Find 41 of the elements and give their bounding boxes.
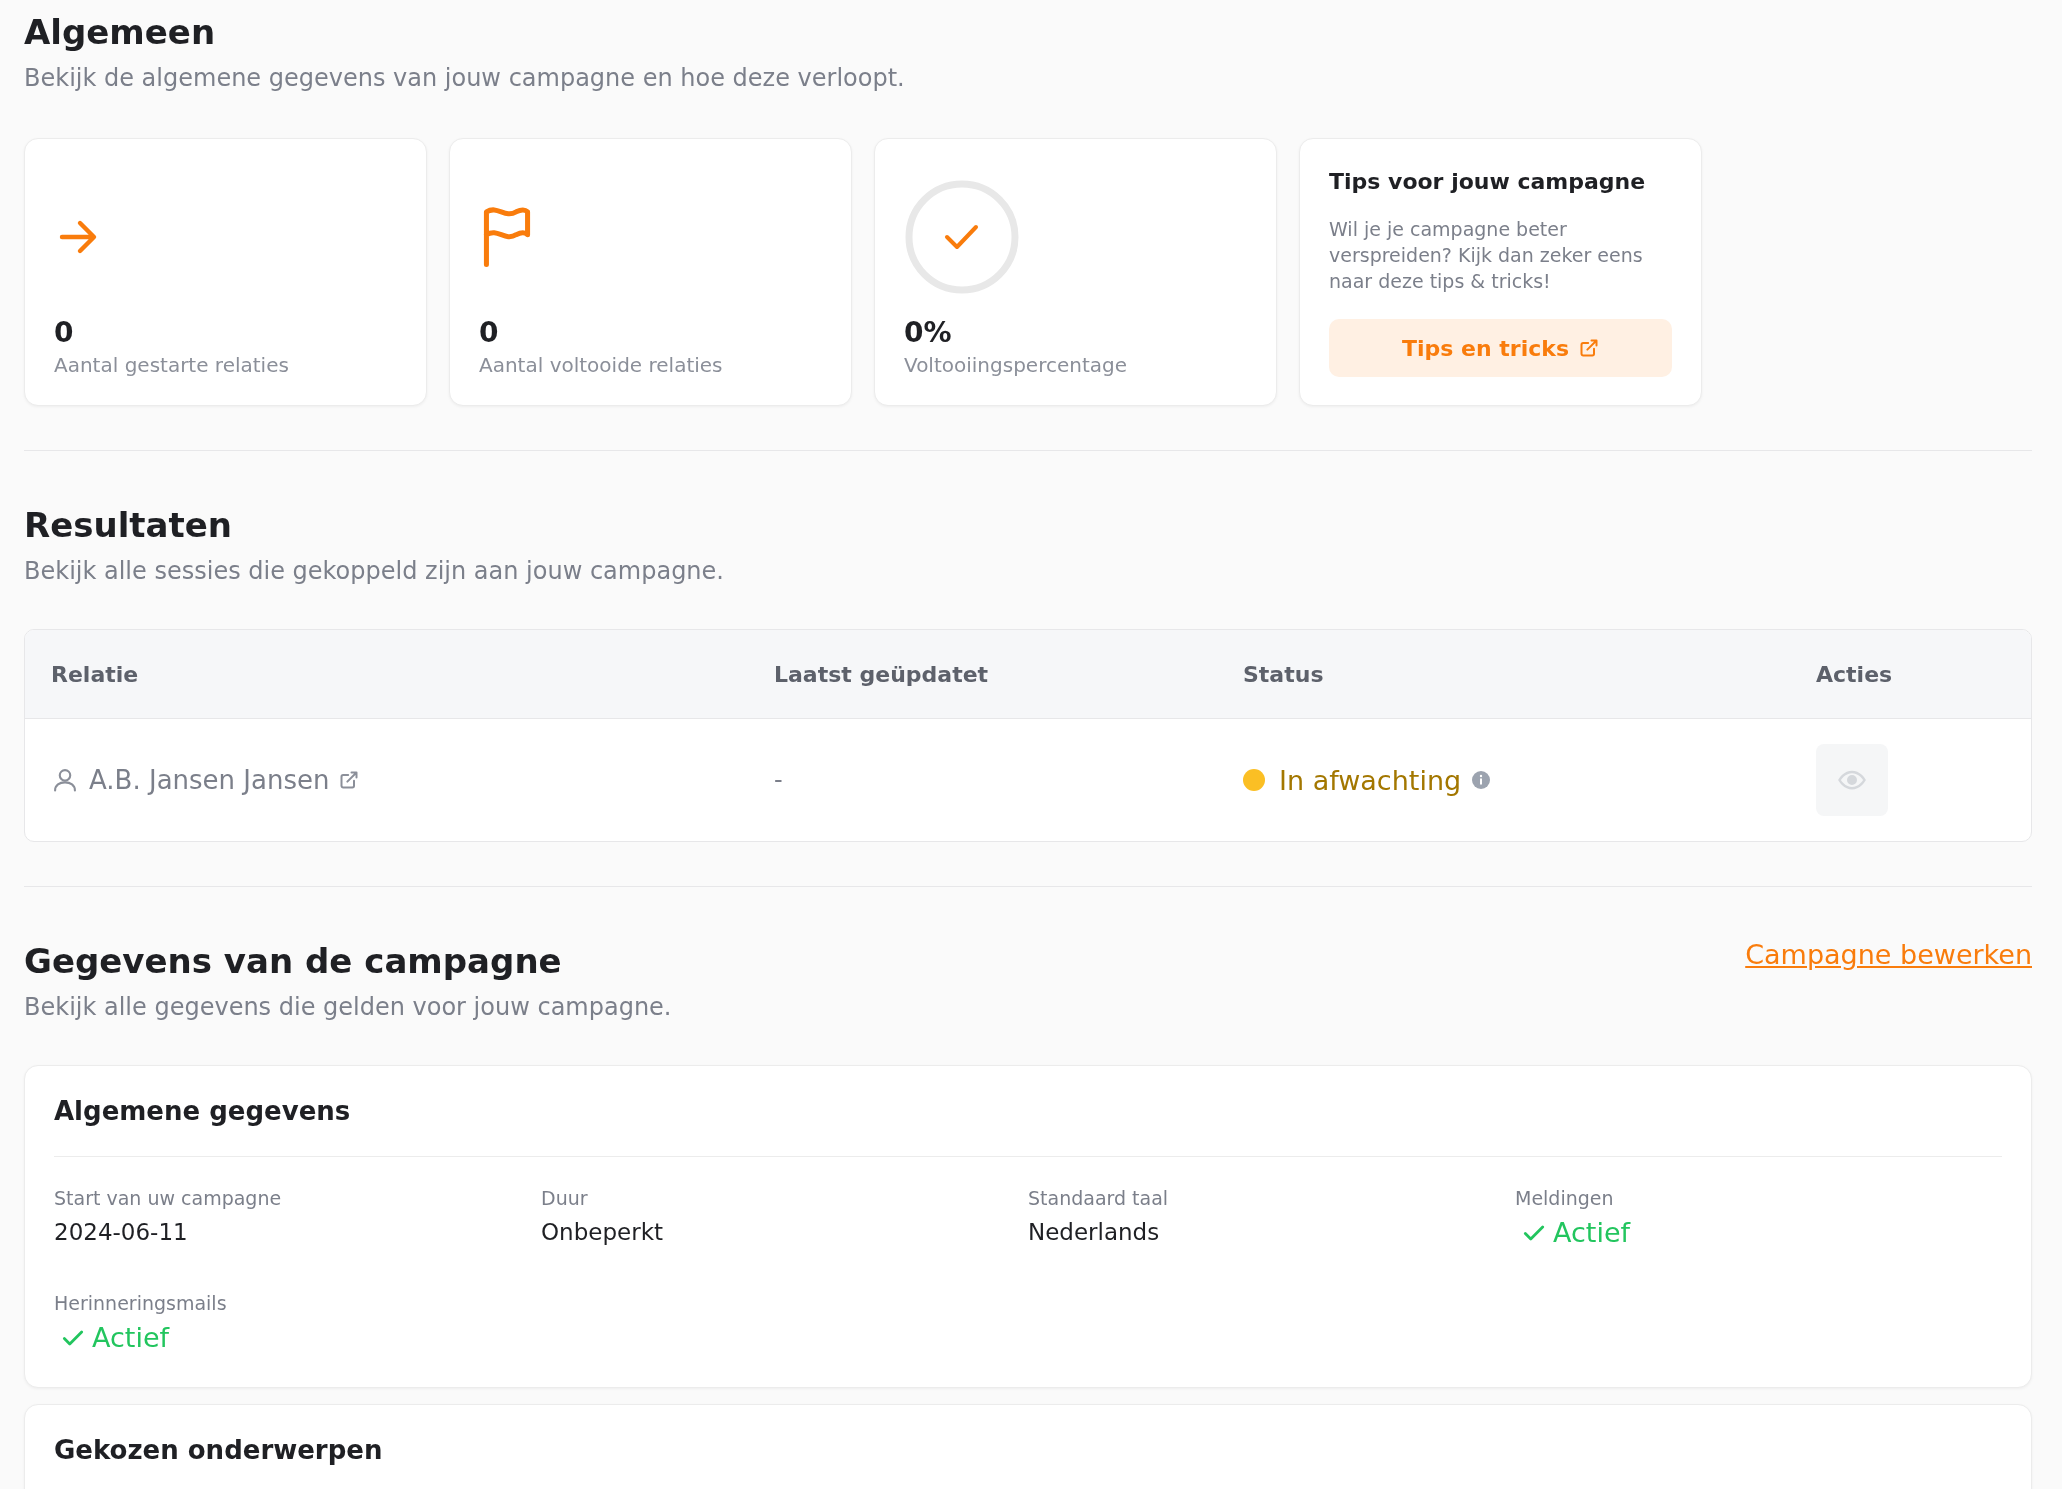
stat-value: 0	[479, 316, 500, 349]
column-header: Acties	[1816, 661, 1894, 687]
edit-campaign-link[interactable]: Campagne bewerken	[1745, 939, 2032, 970]
section-title: Algemeen	[24, 11, 217, 54]
stat-label: Aantal voltooide relaties	[479, 353, 724, 377]
column-header: Relatie	[51, 661, 140, 687]
field-value: Nederlands	[1028, 1219, 1161, 1245]
progress-ring-icon	[904, 179, 1020, 295]
tips-title: Tips voor jouw campagne	[1329, 169, 1647, 194]
field-label: Duur	[541, 1187, 589, 1209]
section-title: Gegevens van de campagne	[24, 940, 563, 983]
tips-text: Wil je je campagne beter verspreiden? Kijk dan zeker eens naar deze tips & tricks!	[1329, 217, 1644, 294]
field-value: 2024-06-11	[54, 1219, 189, 1245]
stat-label: Voltooiingspercentage	[904, 353, 1128, 377]
field-label: Start van uw campagne	[54, 1187, 283, 1209]
section-subtitle: Bekijk alle sessies die gekoppeld zijn aan jouw campagne.	[24, 557, 725, 585]
view-button[interactable]	[1816, 744, 1888, 816]
relation-name: A.B. Jansen Jansen	[89, 765, 330, 795]
field-label: Meldingen	[1515, 1187, 1615, 1209]
section-title: Resultaten	[24, 504, 234, 547]
card-title: Algemene gegevens	[54, 1096, 352, 1128]
section-subtitle: Bekijk de algemene gegevens van jouw campagne en hoe deze verloopt.	[24, 64, 906, 92]
field-value: Actief	[92, 1322, 170, 1353]
external-link-icon[interactable]	[339, 770, 360, 790]
column-header: Status	[1243, 661, 1325, 687]
updated-value: -	[774, 766, 783, 794]
field-label: Standaard taal	[1028, 1187, 1170, 1209]
column-header: Laatst geüpdatet	[774, 661, 990, 687]
person-icon	[51, 766, 79, 794]
section-subtitle: Bekijk alle gegevens die gelden voor jouw campagne.	[24, 993, 672, 1021]
stat-value: 0%	[904, 316, 953, 349]
field-value: Actief	[1553, 1217, 1631, 1248]
field-value: Onbeperkt	[541, 1219, 664, 1245]
external-link-icon	[1579, 338, 1599, 358]
info-icon[interactable]	[1471, 770, 1492, 790]
field-label: Herinneringsmails	[54, 1292, 228, 1314]
stat-value: 0	[54, 316, 75, 349]
card-title: Gekozen onderwerpen	[54, 1435, 384, 1467]
tips-button[interactable]: Tips en tricks	[1329, 319, 1672, 377]
stat-label: Aantal gestarte relaties	[54, 353, 290, 377]
status-text: In afwachting	[1279, 764, 1462, 796]
